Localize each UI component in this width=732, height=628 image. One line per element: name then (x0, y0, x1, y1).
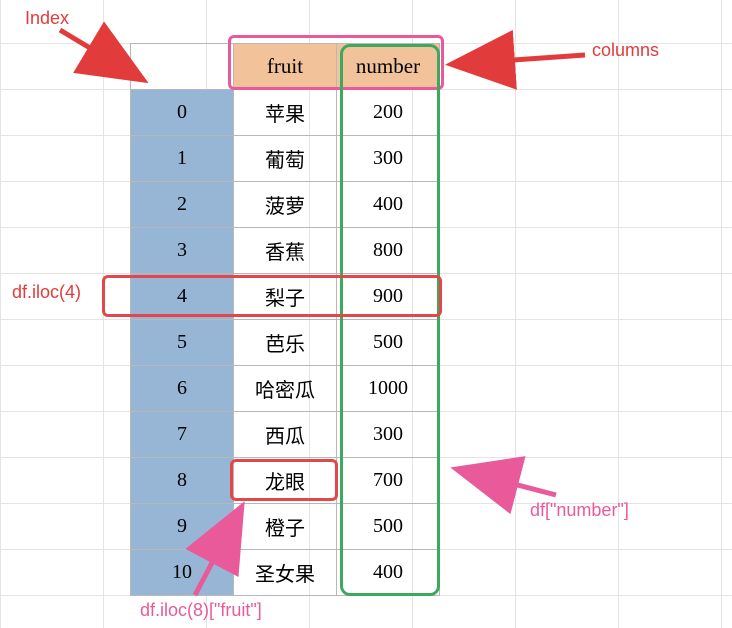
index-cell: 9 (131, 504, 234, 550)
cell-fruit: 菠萝 (234, 182, 337, 228)
cell-number: 900 (337, 274, 440, 320)
index-cell: 2 (131, 182, 234, 228)
cell-fruit: 龙眼 (234, 458, 337, 504)
index-cell: 0 (131, 90, 234, 136)
cell-number: 300 (337, 136, 440, 182)
label-index: Index (25, 8, 69, 29)
cell-fruit: 梨子 (234, 274, 337, 320)
index-cell: 7 (131, 412, 234, 458)
cell-fruit: 芭乐 (234, 320, 337, 366)
index-cell: 4 (131, 274, 234, 320)
dataframe-table: fruit number 0苹果200 1葡萄300 2菠萝400 3香蕉800… (130, 43, 440, 596)
cell-fruit: 苹果 (234, 90, 337, 136)
label-iloc4: df.iloc(4) (12, 282, 81, 303)
index-cell: 6 (131, 366, 234, 412)
cell-number: 500 (337, 504, 440, 550)
cell-fruit: 葡萄 (234, 136, 337, 182)
cell-number: 1000 (337, 366, 440, 412)
index-cell: 3 (131, 228, 234, 274)
cell-number: 800 (337, 228, 440, 274)
cell-number: 400 (337, 550, 440, 596)
label-columns: columns (592, 40, 659, 61)
cell-number: 300 (337, 412, 440, 458)
label-iloc8fruit: df.iloc(8)["fruit"] (140, 600, 262, 621)
cell-fruit: 西瓜 (234, 412, 337, 458)
cell-fruit: 圣女果 (234, 550, 337, 596)
cell-number: 200 (337, 90, 440, 136)
cell-fruit: 橙子 (234, 504, 337, 550)
cell-fruit: 哈密瓜 (234, 366, 337, 412)
cell-number: 400 (337, 182, 440, 228)
index-cell: 1 (131, 136, 234, 182)
cell-fruit: 香蕉 (234, 228, 337, 274)
col-header-fruit: fruit (234, 44, 337, 90)
index-cell: 10 (131, 550, 234, 596)
cell-number: 500 (337, 320, 440, 366)
col-header-number: number (337, 44, 440, 90)
label-dfnumber: df["number"] (530, 500, 629, 521)
index-cell: 8 (131, 458, 234, 504)
index-cell: 5 (131, 320, 234, 366)
cell-number: 700 (337, 458, 440, 504)
corner-cell (131, 44, 234, 90)
